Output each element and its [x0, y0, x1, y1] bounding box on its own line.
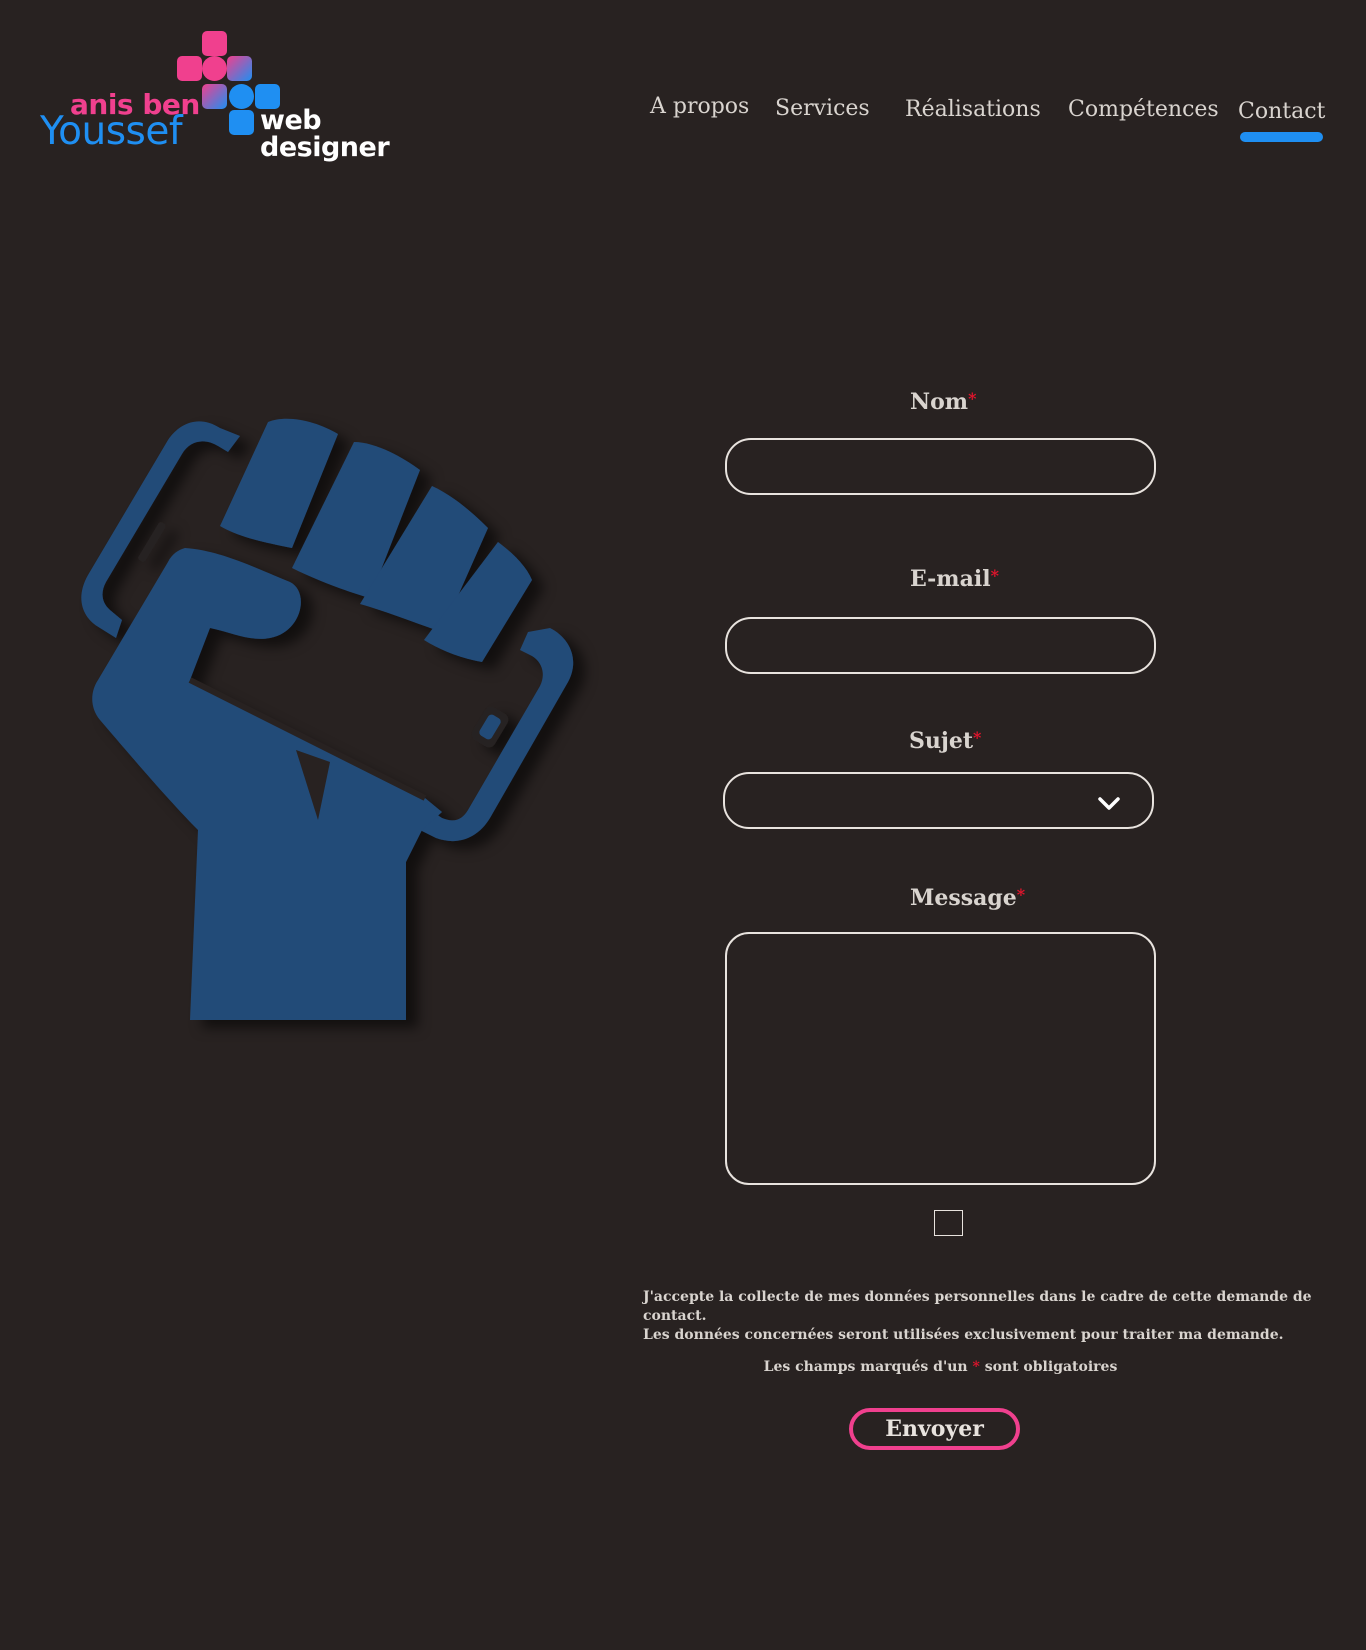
site-logo[interactable]: anis ben Youssef web designer	[40, 28, 440, 163]
nav-item-competences[interactable]: Compétences	[1068, 97, 1219, 122]
subject-label: Sujet*	[909, 728, 981, 754]
logo-blue-square	[229, 110, 254, 135]
message-label-text: Message	[910, 885, 1017, 911]
consent-line-2: Les données concernées seront utilisées …	[643, 1327, 1284, 1343]
required-fields-note: Les champs marqués d'un * sont obligatoi…	[643, 1359, 1238, 1375]
fist-holding-smartphone-icon	[81, 418, 574, 1020]
name-input[interactable]	[725, 438, 1156, 495]
logo-blue-circle	[229, 84, 254, 109]
required-note-before: Les champs marqués d'un	[763, 1359, 968, 1375]
logo-gradient-square	[227, 56, 252, 81]
consent-line-1: J'accepte la collecte de mes données per…	[643, 1289, 1312, 1324]
nav-active-indicator	[1240, 132, 1323, 142]
required-marker: *	[973, 728, 982, 747]
message-label: Message*	[910, 885, 1025, 911]
required-note-after: sont obligatoires	[984, 1359, 1118, 1375]
message-textarea[interactable]	[725, 932, 1156, 1185]
nav-item-contact[interactable]: Contact	[1238, 99, 1325, 124]
logo-last-name: Youssef	[40, 109, 183, 154]
required-marker: *	[1016, 885, 1026, 904]
logo-pink-circle	[202, 56, 227, 81]
logo-role: web designer	[260, 105, 390, 163]
name-label: Nom*	[910, 389, 976, 415]
logo-pink-square	[177, 56, 202, 81]
email-label-text: E-mail	[910, 566, 991, 592]
consent-checkbox[interactable]	[934, 1210, 963, 1236]
required-marker: *	[968, 389, 977, 408]
nav-item-services[interactable]: Services	[775, 96, 870, 121]
email-input[interactable]	[725, 617, 1156, 674]
nav-item-realisations[interactable]: Réalisations	[905, 97, 1041, 122]
submit-button[interactable]: Envoyer	[849, 1408, 1020, 1450]
name-label-text: Nom	[910, 389, 969, 415]
consent-text: J'accepte la collecte de mes données per…	[643, 1288, 1323, 1345]
email-label: E-mail*	[910, 566, 999, 592]
required-marker: *	[972, 1359, 980, 1375]
logo-pink-square	[202, 31, 227, 56]
required-marker: *	[990, 566, 999, 585]
chevron-down-icon[interactable]	[1098, 797, 1120, 811]
nav-item-a-propos[interactable]: A propos	[650, 94, 749, 119]
subject-label-text: Sujet	[909, 728, 974, 754]
subject-select[interactable]	[723, 772, 1154, 829]
logo-gradient-square	[202, 84, 227, 109]
